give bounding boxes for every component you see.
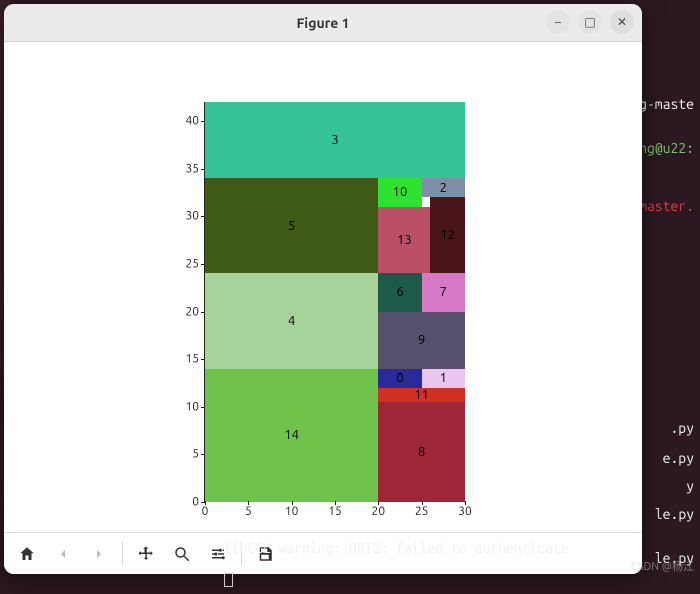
chart-rect: 0 <box>378 369 421 388</box>
x-tick-label: 25 <box>415 501 429 518</box>
x-tick-label: 10 <box>285 501 299 518</box>
bg-filename: y <box>686 478 694 494</box>
x-tick-label: 20 <box>372 501 386 518</box>
zoom-button[interactable] <box>165 539 199 569</box>
bg-filename: le.py <box>655 506 694 522</box>
home-button[interactable] <box>10 539 44 569</box>
chart-rect: 8 <box>378 402 465 502</box>
terminal-cursor <box>224 573 233 587</box>
toolbar-separator <box>122 542 123 566</box>
window-title: Figure 1 <box>296 15 349 31</box>
x-tick-label: 15 <box>328 501 342 518</box>
chart-rect: 6 <box>378 273 421 311</box>
arrow-right-icon <box>91 546 107 562</box>
figure-window: Figure 1 – □ ✕ 3541410213126790111805101… <box>4 4 642 574</box>
y-tick-label: 5 <box>192 448 205 461</box>
home-icon <box>18 545 36 563</box>
maximize-icon: □ <box>584 15 595 29</box>
chart-rect: 7 <box>422 273 465 311</box>
plot-canvas[interactable]: 3541410213126790111805101520253035400510… <box>4 42 642 532</box>
x-tick-label: 5 <box>245 501 252 518</box>
chart-rect: 3 <box>205 102 465 178</box>
pan-button[interactable] <box>129 539 163 569</box>
bg-prompt: ng@u22: <box>639 140 694 156</box>
y-tick-label: 20 <box>185 305 205 318</box>
y-tick-label: 35 <box>185 162 205 175</box>
chart-rect: 11 <box>378 388 465 402</box>
move-icon <box>137 545 155 563</box>
minimize-button[interactable]: – <box>546 10 570 34</box>
chart-rect: 2 <box>422 178 465 197</box>
chart-rect: 1 <box>422 369 465 388</box>
bg-filename: .py <box>670 420 694 436</box>
y-tick-label: 30 <box>185 210 205 223</box>
y-tick-label: 40 <box>185 115 205 128</box>
chart-rect: 14 <box>205 369 378 502</box>
chart-rect: 12 <box>430 197 465 273</box>
chart-rect: 5 <box>205 178 378 273</box>
chart-axes: 3541410213126790111805101520253035400510… <box>204 102 464 502</box>
chart-rect: 13 <box>378 207 430 274</box>
maximize-button[interactable]: □ <box>578 10 602 34</box>
terminal-output: libEGL warning: DRI2: failed to authenti… <box>208 524 569 588</box>
y-tick-label: 10 <box>185 400 205 413</box>
magnifier-icon <box>173 545 191 563</box>
chart-rect: 9 <box>378 312 465 369</box>
window-controls: – □ ✕ <box>546 10 634 34</box>
bg-filename: e.py <box>663 450 694 466</box>
chart-rect: 10 <box>378 178 421 207</box>
back-button[interactable] <box>46 539 80 569</box>
forward-button[interactable] <box>82 539 116 569</box>
bg-filename: le.py <box>655 550 694 566</box>
chart-rect: 4 <box>205 273 378 368</box>
y-tick-label: 15 <box>185 353 205 366</box>
minimize-icon: – <box>555 16 561 29</box>
x-tick-label: 30 <box>458 501 472 518</box>
arrow-left-icon <box>55 546 71 562</box>
terminal-line: libEGL warning: DRI2: failed to authenti… <box>224 540 569 556</box>
x-tick-label: 0 <box>202 501 209 518</box>
close-icon: ✕ <box>617 15 627 29</box>
close-button[interactable]: ✕ <box>610 10 634 34</box>
titlebar[interactable]: Figure 1 – □ ✕ <box>4 4 642 42</box>
y-tick-label: 25 <box>185 257 205 270</box>
